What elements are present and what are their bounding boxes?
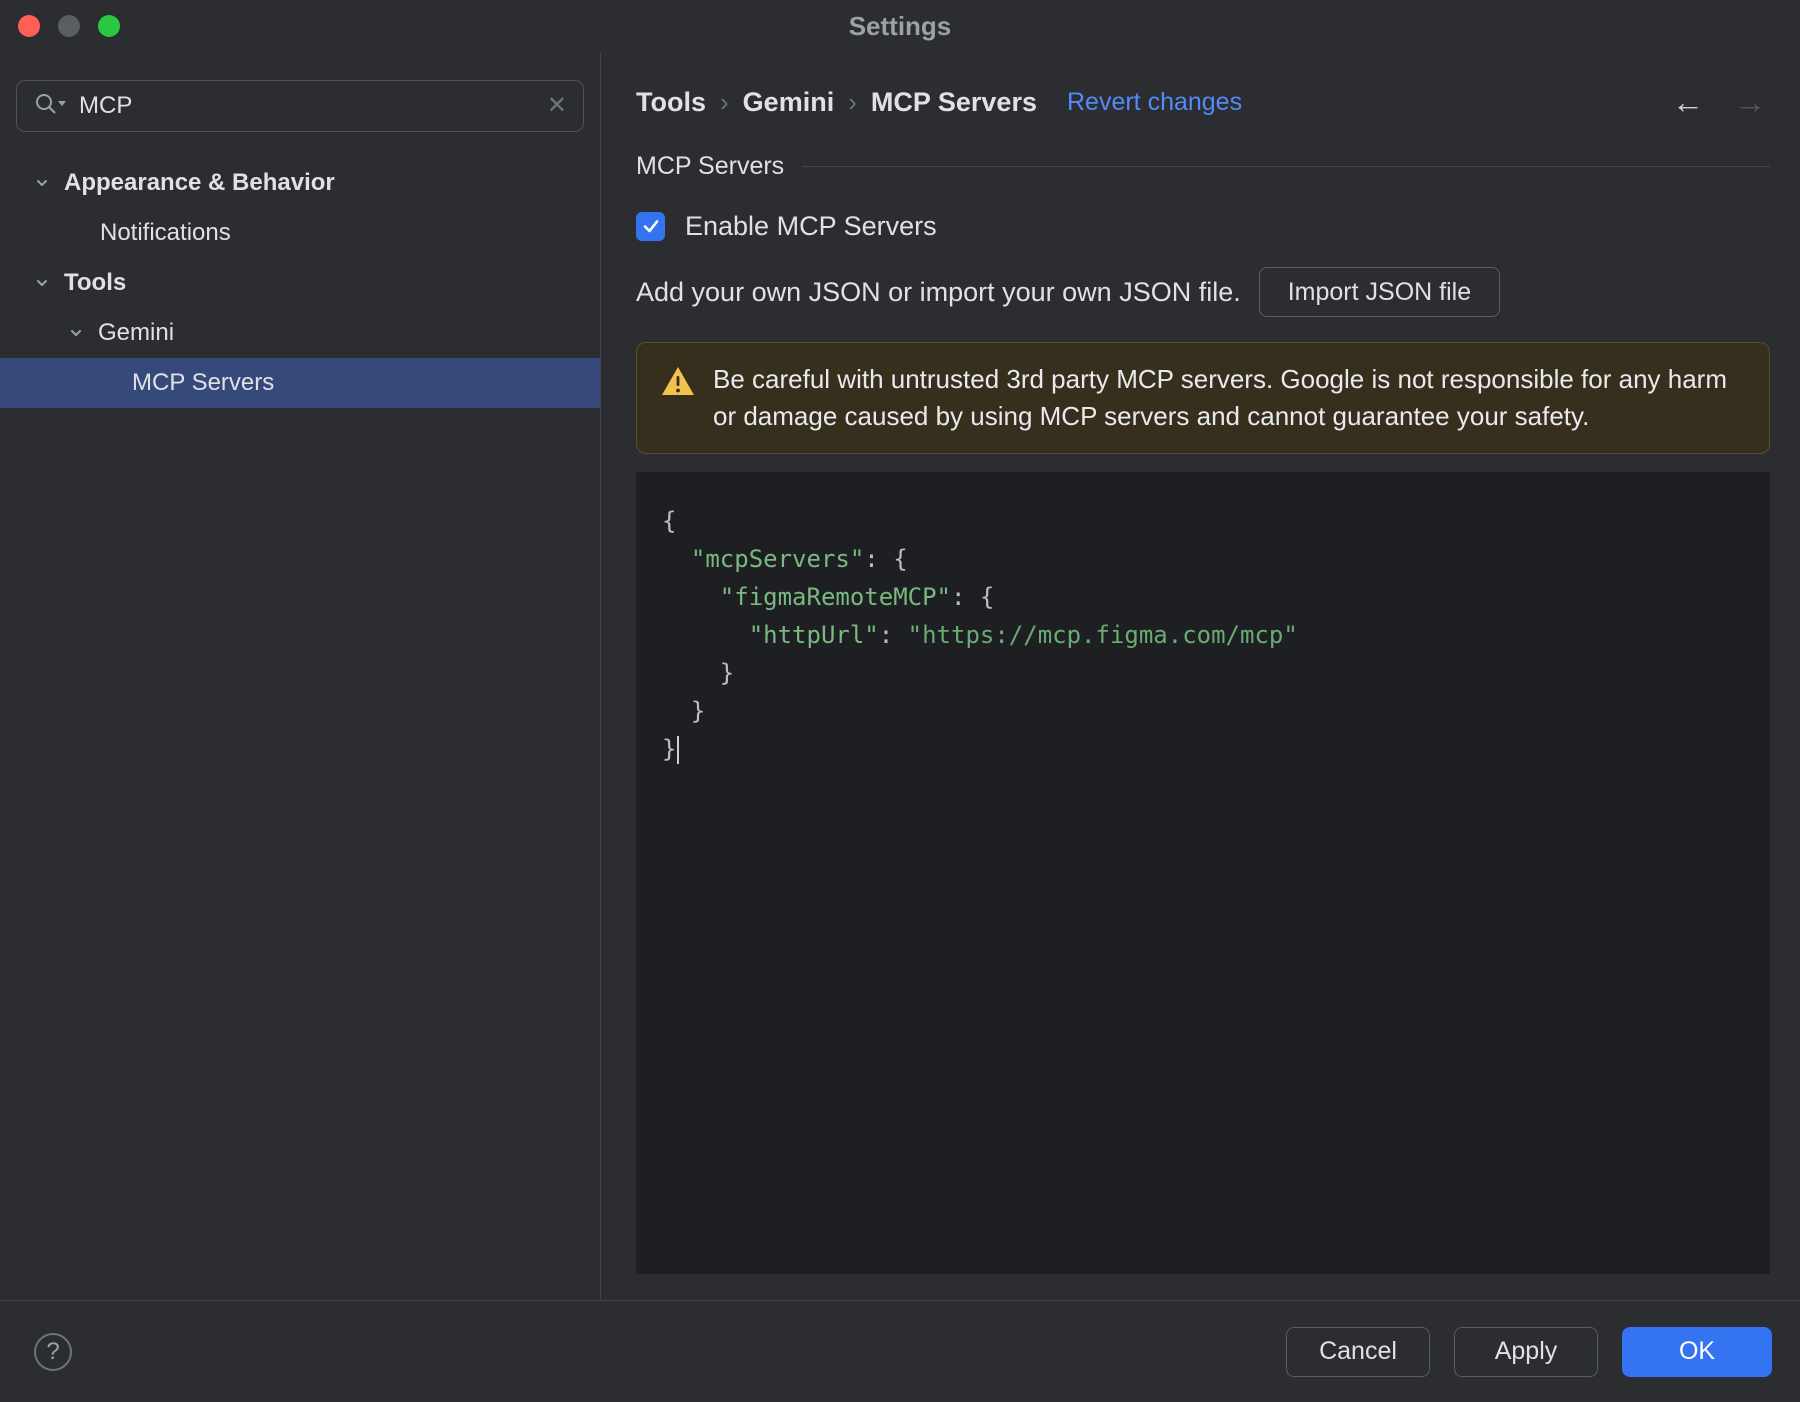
code-line: } (662, 730, 1744, 768)
code-line: "httpUrl": "https://mcp.figma.com/mcp" (748, 621, 1298, 649)
settings-window: Settings MCP ✕ Appearance & Behavior Not… (0, 0, 1800, 1402)
import-json-file-button[interactable]: Import JSON file (1258, 267, 1501, 317)
cancel-button[interactable]: Cancel (1286, 1326, 1430, 1377)
code-line: } (662, 697, 706, 725)
footer-bar: ? Cancel Apply OK (0, 1300, 1800, 1402)
section-divider (802, 165, 1770, 167)
breadcrumb-separator: › (720, 86, 729, 117)
code-line: "figmaRemoteMCP": { (719, 583, 995, 611)
chevron-down-icon[interactable] (66, 325, 86, 341)
sidebar-item-label: MCP Servers (132, 369, 275, 396)
back-arrow-icon[interactable]: ← (1672, 84, 1704, 121)
json-editor[interactable]: { "mcpServers": { "figmaRemoteMCP": { "h… (636, 472, 1770, 1274)
import-row: Add your own JSON or import your own JSO… (636, 266, 1770, 318)
code-line: "mcpServers": { (690, 545, 908, 573)
breadcrumb-separator: › (848, 86, 857, 117)
warning-icon (661, 366, 695, 401)
chevron-down-icon[interactable] (32, 175, 52, 191)
apply-button[interactable]: Apply (1454, 1326, 1598, 1377)
forward-arrow-icon: → (1734, 83, 1766, 120)
sidebar-item-tools[interactable]: Tools (0, 258, 600, 308)
ok-button[interactable]: OK (1622, 1326, 1772, 1377)
settings-sidebar: MCP ✕ Appearance & Behavior Notification… (0, 52, 601, 1300)
settings-search-input[interactable]: MCP ✕ (16, 80, 584, 132)
section-header: MCP Servers (636, 146, 1770, 186)
revert-changes-link[interactable]: Revert changes (1067, 88, 1242, 117)
warning-banner: Be careful with untrusted 3rd party MCP … (636, 342, 1770, 454)
breadcrumb-gemini[interactable]: Gemini (743, 87, 835, 118)
sidebar-item-gemini[interactable]: Gemini (0, 308, 600, 358)
minimize-window-button[interactable] (58, 15, 80, 37)
close-window-button[interactable] (18, 15, 40, 37)
sidebar-item-mcp-servers[interactable]: MCP Servers (0, 358, 600, 408)
help-button[interactable]: ? (34, 1332, 72, 1371)
code-line: } (662, 659, 735, 687)
settings-tree: Appearance & Behavior Notifications Tool… (0, 158, 600, 408)
text-cursor (677, 736, 680, 764)
chevron-down-icon[interactable] (32, 275, 52, 291)
zoom-window-button[interactable] (98, 15, 120, 37)
settings-content: Tools › Gemini › MCP Servers Revert chan… (602, 52, 1800, 1300)
import-description: Add your own JSON or import your own JSO… (636, 276, 1241, 307)
sidebar-item-label: Gemini (98, 319, 175, 346)
sidebar-item-appearance-behavior[interactable]: Appearance & Behavior (0, 158, 600, 208)
search-value: MCP (79, 92, 133, 119)
section-title: MCP Servers (636, 151, 785, 180)
enable-mcp-servers-checkbox[interactable] (636, 211, 665, 241)
help-label: ? (46, 1337, 60, 1365)
sidebar-item-label: Notifications (100, 219, 231, 246)
window-title: Settings (848, 10, 952, 41)
enable-mcp-servers-row: Enable MCP Servers (636, 200, 1770, 252)
clear-search-icon[interactable]: ✕ (547, 94, 567, 118)
titlebar: Settings (0, 0, 1800, 52)
breadcrumb-mcp-servers: MCP Servers (870, 86, 1037, 117)
traffic-lights (18, 15, 120, 37)
json-editor-code: { "mcpServers": { "figmaRemoteMCP": { "h… (662, 502, 1744, 768)
warning-text: Be careful with untrusted 3rd party MCP … (713, 364, 1727, 431)
code-line: { (662, 507, 677, 535)
breadcrumb-tools[interactable]: Tools (636, 87, 706, 118)
enable-mcp-servers-label: Enable MCP Servers (685, 210, 937, 241)
sidebar-item-label: Tools (64, 269, 127, 296)
sidebar-item-notifications[interactable]: Notifications (0, 208, 600, 258)
search-icon (33, 91, 67, 122)
breadcrumb: Tools › Gemini › MCP Servers Revert chan… (636, 76, 1770, 128)
sidebar-item-label: Appearance & Behavior (64, 169, 335, 196)
